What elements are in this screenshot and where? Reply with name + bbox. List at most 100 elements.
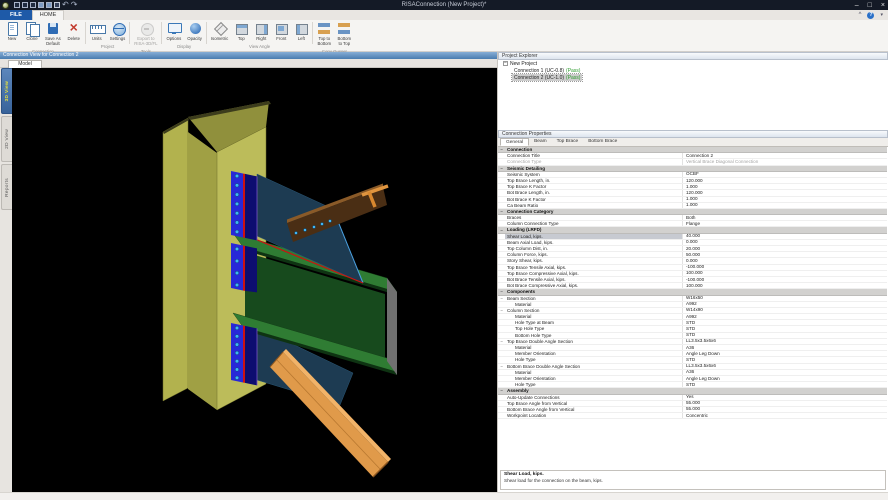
property-value[interactable]: 1.000 [683, 184, 887, 190]
row-marker[interactable]: − [498, 296, 505, 301]
property-value[interactable]: A992 [683, 301, 887, 307]
side-tab-reports[interactable]: Reports [1, 164, 12, 210]
clip-angle-strip-middle[interactable] [231, 243, 257, 292]
bottom-to-top-button[interactable]: Bottom to Top [334, 20, 354, 47]
property-value[interactable]: 1.000 [683, 196, 887, 202]
new-doc-icon[interactable] [14, 2, 20, 8]
property-row-workpoint-location[interactable]: Workpoint LocationConcentric [498, 413, 887, 419]
tab-model[interactable]: Model [8, 60, 42, 68]
export-to-risa-3d-fl-button[interactable]: Export to RISA-3D/FL [131, 20, 160, 47]
tree-item-connection-1[interactable]: Connection 1 (UC-0.8)(Pass) [498, 67, 888, 74]
property-value[interactable]: 0.000 [683, 239, 887, 245]
tree-collapse-icon[interactable]: − [503, 61, 508, 66]
property-value[interactable]: 0.000 [683, 258, 887, 264]
row-marker[interactable]: − [498, 364, 505, 369]
opacity-button[interactable]: Opacity [184, 20, 205, 42]
property-value[interactable]: 50.000 [683, 252, 887, 258]
row-marker[interactable]: − [498, 339, 505, 344]
property-value[interactable]: STD [683, 320, 887, 326]
row-marker[interactable]: − [498, 166, 505, 171]
property-value[interactable]: STD [683, 382, 887, 388]
collapse-ribbon-icon[interactable]: ^ [859, 11, 862, 19]
clip-angle-strip-bottom[interactable] [231, 323, 257, 385]
property-value[interactable]: 55.000 [683, 400, 887, 406]
property-value[interactable]: A36 [683, 345, 887, 351]
properties-tab-bottom-brace[interactable]: Bottom Brace [583, 138, 622, 146]
tree-item-connection-2[interactable]: Connection 2 (UC-1.0)(Pass) [498, 74, 888, 81]
property-value[interactable]: OCBF [683, 171, 887, 177]
property-value[interactable]: Flange [683, 221, 887, 227]
row-marker[interactable]: − [498, 228, 505, 233]
tree-root[interactable]: −New Project [498, 60, 888, 67]
paste-icon[interactable] [30, 2, 36, 8]
tab-home[interactable]: HOME [32, 10, 64, 20]
open-folder-icon[interactable] [22, 2, 28, 8]
delete-button[interactable]: Delete [64, 20, 84, 42]
title-bar: ↶↷ RISAConnection (New Project)* –□× [0, 0, 888, 10]
front-button[interactable]: Front [271, 20, 291, 42]
property-value[interactable]: Connection 2 [683, 153, 887, 159]
property-value[interactable]: -100.000 [683, 277, 887, 283]
clone-button[interactable]: Clone [22, 20, 42, 42]
properties-tab-beam[interactable]: Beam [529, 138, 552, 146]
property-value[interactable]: Concentric [683, 413, 887, 419]
clip-angle-strip-top[interactable] [231, 171, 257, 240]
right-button[interactable]: Right [251, 20, 271, 42]
app-logo-icon [2, 2, 9, 9]
property-value[interactable]: Angle Leg Down [683, 351, 887, 357]
property-value[interactable]: 55.000 [683, 406, 887, 412]
property-value[interactable]: A992 [683, 314, 887, 320]
tree-item-content: Connection 1 (UC-0.8)(Pass) [512, 67, 582, 74]
save-as-default-button[interactable]: Save As Default [42, 20, 64, 47]
side-tab-2d-view[interactable]: 2D View [1, 116, 12, 162]
property-value[interactable]: -100.000 [683, 264, 887, 270]
top-button[interactable]: Top [231, 20, 251, 42]
property-value[interactable]: STD [683, 332, 887, 338]
tab-file[interactable]: FILE [0, 10, 32, 20]
property-value[interactable]: 100.000 [683, 283, 887, 289]
new-button[interactable]: New [2, 20, 22, 42]
property-value[interactable]: Angle Leg Down [683, 376, 887, 382]
maximize-button[interactable]: □ [868, 2, 872, 9]
options-button[interactable]: Options [163, 20, 184, 42]
print-icon[interactable] [54, 2, 60, 8]
property-value[interactable]: Vertical Brace Diagonal Connection [683, 159, 887, 165]
row-marker[interactable]: − [498, 209, 505, 214]
row-marker[interactable]: − [498, 289, 505, 294]
properties-tab-top-brace[interactable]: Top Brace [552, 138, 584, 146]
property-value[interactable]: W16x50 [683, 295, 887, 301]
help-icon[interactable]: ? [867, 12, 874, 19]
property-value[interactable]: 1.000 [683, 202, 887, 208]
caret-down-icon[interactable]: ▾ [880, 12, 883, 18]
property-value[interactable]: W14x90 [683, 307, 887, 313]
row-marker[interactable]: − [498, 308, 505, 313]
property-value[interactable]: 40.000 [683, 233, 887, 239]
top-to-bottom-button[interactable]: Top to Bottom [314, 20, 334, 47]
property-value[interactable]: Both [683, 215, 887, 221]
units-button[interactable]: Units [87, 20, 107, 42]
property-value[interactable]: 120.000 [683, 178, 887, 184]
property-value[interactable]: 100.000 [683, 270, 887, 276]
property-value[interactable]: Yes [683, 394, 887, 400]
minimize-button[interactable]: – [855, 2, 859, 9]
property-value[interactable]: 120.000 [683, 190, 887, 196]
model-3d-canvas[interactable] [12, 68, 497, 492]
property-value[interactable]: STD [683, 357, 887, 363]
row-marker[interactable]: − [498, 147, 505, 152]
property-value[interactable]: 20.000 [683, 246, 887, 252]
property-value[interactable]: LL3.5x3.5x6x6 [683, 363, 887, 369]
row-marker[interactable]: − [498, 388, 505, 393]
settings-button[interactable]: Settings [107, 20, 129, 42]
isometric-button[interactable]: Isometric [208, 20, 231, 42]
redo-icon[interactable]: ↷ [71, 2, 78, 8]
properties-tab-general[interactable]: General [500, 138, 529, 146]
property-value[interactable]: STD [683, 326, 887, 332]
left-button[interactable]: Left [291, 20, 311, 42]
save-all-icon[interactable] [46, 2, 52, 8]
save-icon[interactable] [38, 2, 44, 8]
close-button[interactable]: × [881, 2, 885, 9]
side-tab-3d-view[interactable]: 3D View [1, 68, 12, 114]
property-value[interactable]: LL3.5x3.5x6x6 [683, 338, 887, 344]
undo-icon[interactable]: ↶ [62, 2, 69, 8]
property-value[interactable]: A36 [683, 369, 887, 375]
